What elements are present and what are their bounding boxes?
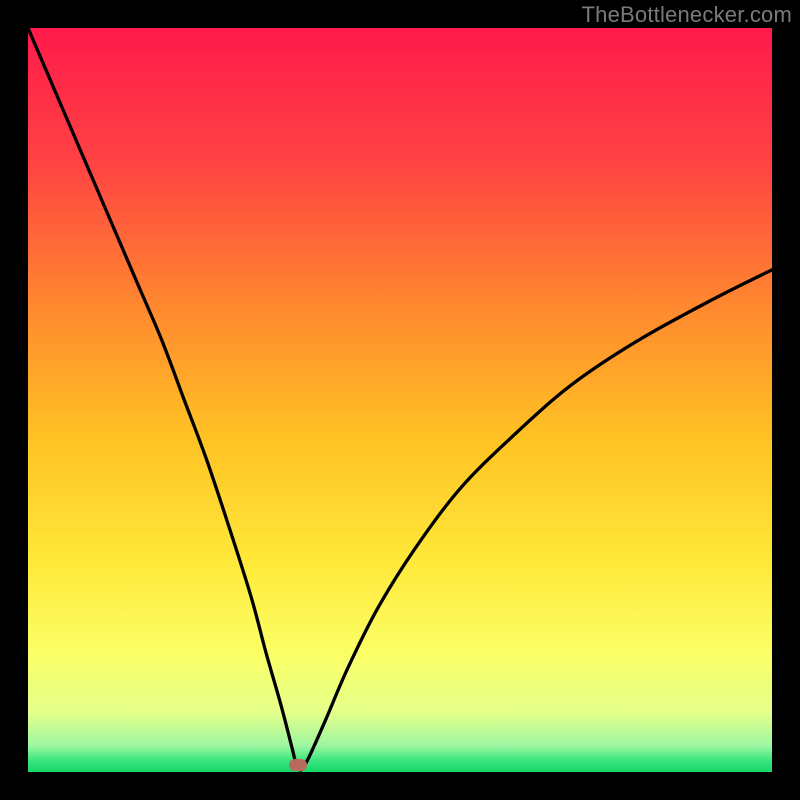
watermark-text: TheBottlenecker.com <box>582 2 792 28</box>
chart-frame: TheBottlenecker.com <box>0 0 800 800</box>
plot-area <box>28 28 772 772</box>
optimal-point-marker <box>289 759 307 771</box>
bottleneck-curve <box>28 28 772 772</box>
